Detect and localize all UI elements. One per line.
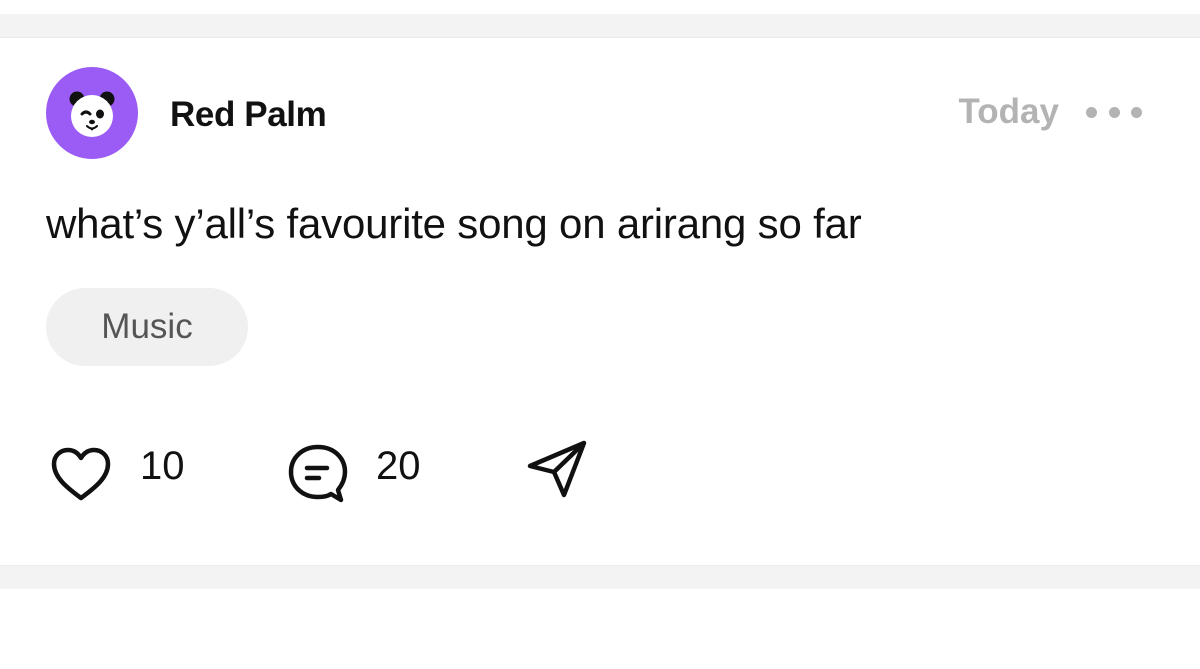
feed-page: Red Palm Today what’s y’all’s favourite … bbox=[0, 0, 1200, 669]
author-name[interactable]: Red Palm bbox=[170, 95, 327, 135]
topic-tag[interactable]: Music bbox=[46, 288, 248, 366]
share-button[interactable] bbox=[524, 435, 590, 501]
feed-bottom-separator bbox=[0, 565, 1200, 589]
feed-top-separator bbox=[0, 0, 1200, 39]
separator-strip bbox=[0, 14, 1200, 38]
like-button[interactable] bbox=[48, 445, 114, 503]
like-count: 10 bbox=[140, 444, 185, 488]
comment-bubble-icon bbox=[288, 444, 348, 503]
comment-button[interactable] bbox=[285, 441, 351, 505]
post-text: what’s y’all’s favourite song on arirang… bbox=[46, 200, 862, 247]
comment-count: 20 bbox=[376, 444, 421, 488]
more-options-button[interactable] bbox=[1086, 101, 1142, 123]
avatar[interactable] bbox=[46, 67, 138, 159]
more-dot bbox=[1108, 106, 1120, 118]
panda-face-icon bbox=[69, 91, 115, 137]
post-timestamp: Today bbox=[958, 92, 1059, 131]
send-icon bbox=[527, 440, 587, 498]
heart-icon bbox=[51, 447, 111, 501]
more-horizontal-icon bbox=[1086, 106, 1097, 118]
post-card[interactable]: Red Palm Today what’s y’all’s favourite … bbox=[0, 39, 1200, 565]
more-dot bbox=[1131, 106, 1142, 118]
